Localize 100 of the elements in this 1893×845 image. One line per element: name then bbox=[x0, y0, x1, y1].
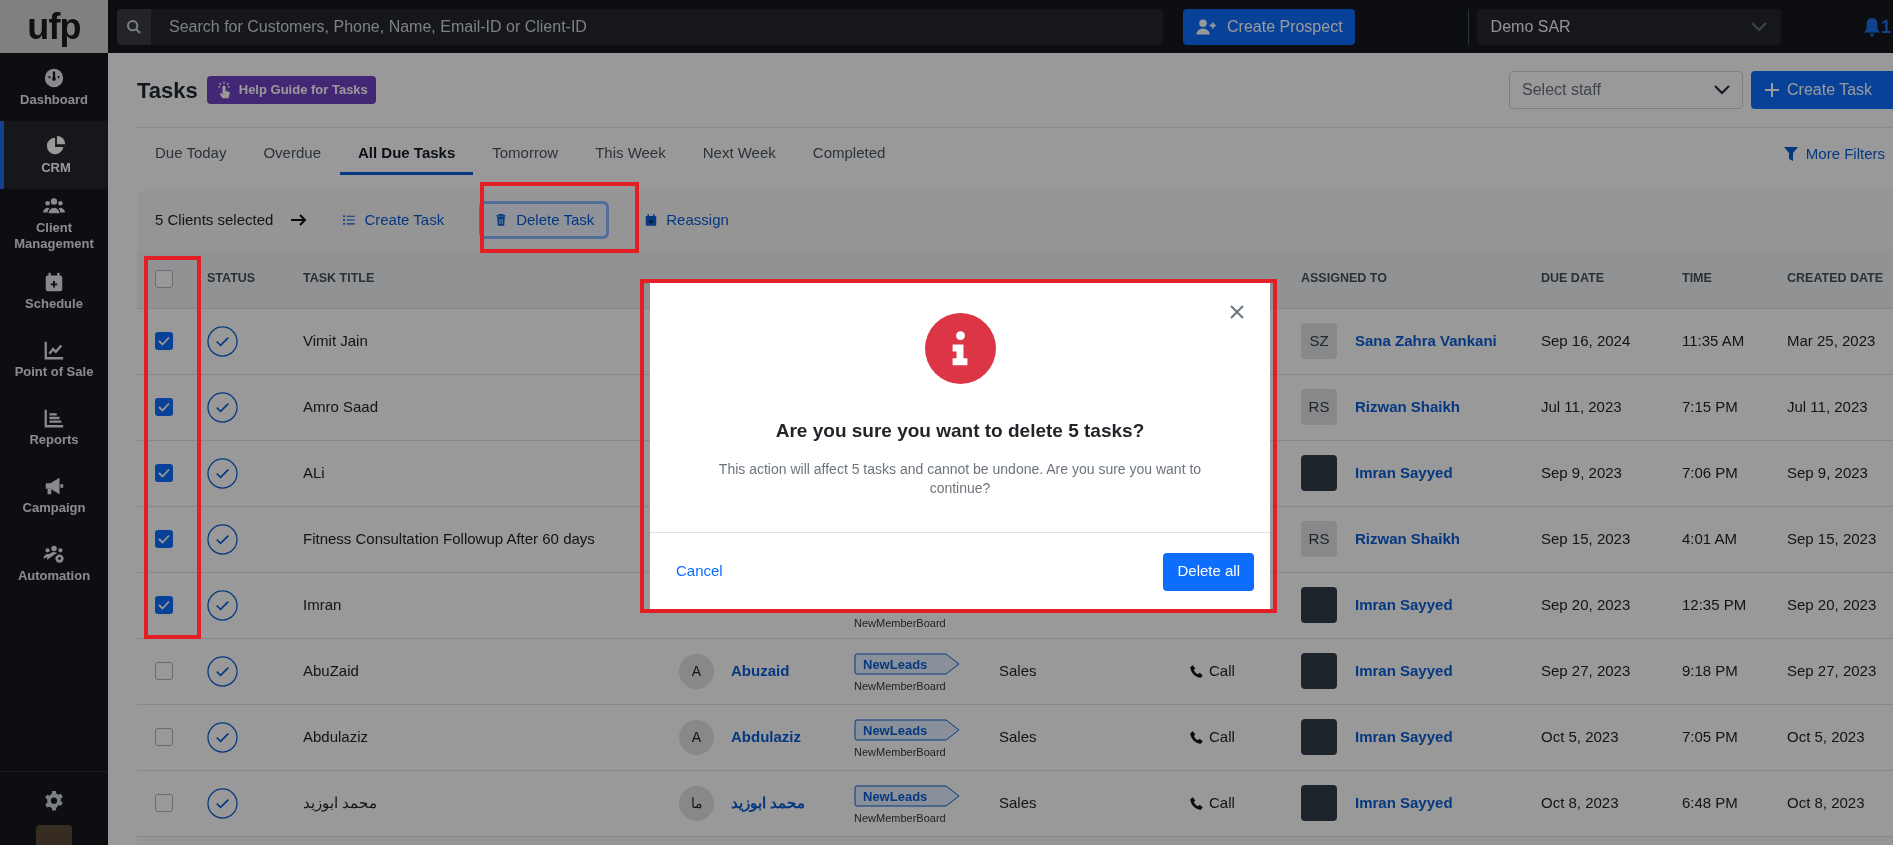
check-circle-icon bbox=[207, 721, 238, 753]
checkbox[interactable] bbox=[155, 662, 173, 680]
close-icon[interactable] bbox=[1230, 305, 1244, 319]
bulk-action-button[interactable]: Delete Task bbox=[479, 201, 610, 239]
gauge-icon bbox=[43, 66, 65, 89]
calendar-icon bbox=[43, 270, 65, 293]
due-time: 7:15 PM bbox=[1682, 397, 1738, 415]
bell-icon[interactable] bbox=[1863, 16, 1881, 37]
help-guide-button[interactable]: Help Guide for Tasks bbox=[206, 76, 376, 104]
avatar: RS bbox=[1301, 389, 1337, 425]
sidebar-item[interactable]: Point of Sale bbox=[0, 325, 108, 393]
task-title: Fitness Consultation Followup After 60 days bbox=[303, 529, 595, 547]
assignee-link[interactable]: Rizwan Shaikh bbox=[1355, 395, 1461, 419]
checkbox[interactable] bbox=[155, 332, 173, 350]
trash-icon bbox=[494, 213, 509, 227]
due-time: 11:35 AM bbox=[1682, 331, 1745, 349]
pie-chart-icon bbox=[45, 134, 67, 157]
filter-tab[interactable]: Due Today bbox=[137, 134, 245, 175]
filter-tab[interactable]: Tomorrow bbox=[474, 134, 577, 175]
check-circle-icon bbox=[207, 655, 238, 687]
task-title: Imran bbox=[303, 595, 342, 613]
bulk-action-button[interactable]: Reassign bbox=[629, 201, 744, 239]
chevron-down-icon bbox=[1714, 85, 1730, 95]
check-icon bbox=[158, 534, 170, 544]
avatar: RS bbox=[1301, 521, 1337, 557]
create-task-button[interactable]: Create Task bbox=[1751, 71, 1893, 109]
search-icon bbox=[126, 18, 142, 35]
delete-all-button[interactable]: Delete all bbox=[1163, 552, 1254, 591]
checkbox[interactable] bbox=[155, 398, 173, 416]
assignee-link[interactable]: Imran Sayyed bbox=[1355, 461, 1453, 485]
chevron-down-icon bbox=[1750, 21, 1767, 32]
sidebar-item[interactable]: Campaign bbox=[0, 461, 108, 529]
more-filters-button[interactable]: More Filters bbox=[1783, 142, 1885, 165]
created-date: Sep 20, 2023 bbox=[1787, 595, 1877, 613]
task-type: Call bbox=[1209, 726, 1235, 747]
check-icon bbox=[158, 600, 170, 610]
search-button[interactable] bbox=[117, 8, 151, 45]
check-icon bbox=[158, 402, 170, 412]
dialog-title: Are you sure you want to delete 5 tasks? bbox=[775, 419, 1145, 443]
assignee-link[interactable]: Sana Zahra Vankani bbox=[1355, 329, 1497, 353]
stage-tag: NewLeads bbox=[854, 653, 960, 676]
filter-tab[interactable]: This Week bbox=[577, 134, 684, 175]
assignee-link[interactable]: Imran Sayyed bbox=[1355, 593, 1453, 617]
search-field[interactable]: Search for Customers, Phone, Name, Email-ID or Client-ID bbox=[151, 8, 1163, 45]
assignee-link[interactable]: Imran Sayyed bbox=[1355, 791, 1453, 815]
due-date: Sep 20, 2023 bbox=[1541, 595, 1631, 613]
contact-link[interactable]: Abdulaziz bbox=[731, 725, 801, 749]
check-circle-icon bbox=[207, 523, 238, 555]
created-date: Sep 27, 2023 bbox=[1787, 661, 1877, 679]
created-date: Oct 5, 2023 bbox=[1787, 727, 1865, 745]
created-date: Jul 11, 2023 bbox=[1787, 397, 1868, 415]
column-header: DUE DATE bbox=[1541, 271, 1604, 286]
due-time: 7:05 PM bbox=[1682, 727, 1738, 745]
sidebar-item[interactable]: Client Management bbox=[0, 189, 108, 257]
checkbox[interactable] bbox=[155, 596, 173, 614]
checkbox[interactable] bbox=[155, 530, 173, 548]
contact-link[interactable]: Abuzaid bbox=[731, 659, 790, 683]
bulk-action-button[interactable]: Create Task bbox=[327, 201, 460, 239]
column-header: ASSIGNED TO bbox=[1301, 271, 1387, 286]
checkbox[interactable] bbox=[155, 464, 173, 482]
task-category: Sales bbox=[999, 793, 1037, 811]
checkbox[interactable] bbox=[155, 269, 173, 288]
task-title: Vimit Jain bbox=[303, 331, 368, 349]
cancel-button[interactable]: Cancel bbox=[666, 552, 733, 591]
phone-icon bbox=[1189, 795, 1204, 811]
task-title: Amro Saad bbox=[303, 397, 379, 415]
task-title: AbuZaid bbox=[303, 661, 359, 679]
sidebar-item[interactable]: Reports bbox=[0, 393, 108, 461]
stage-tag: NewLeads bbox=[854, 785, 960, 808]
dialog-message: This action will affect 5 tasks and cannot be undone. Are you sure you want to continue? bbox=[717, 459, 1203, 498]
due-time: 7:06 PM bbox=[1682, 463, 1738, 481]
assignee-link[interactable]: Imran Sayyed bbox=[1355, 725, 1453, 749]
due-date: Sep 27, 2023 bbox=[1541, 661, 1631, 679]
filter-tab[interactable]: Completed bbox=[794, 134, 904, 175]
arrow-right-icon bbox=[291, 214, 308, 226]
checkbox[interactable] bbox=[155, 728, 173, 746]
column-header: STATUS bbox=[207, 271, 256, 286]
due-time: 4:01 AM bbox=[1682, 529, 1738, 547]
staff-select[interactable]: Select staff bbox=[1509, 71, 1743, 109]
sidebar-item[interactable]: Automation bbox=[0, 529, 108, 597]
location-select[interactable]: Demo SAR bbox=[1476, 8, 1781, 45]
phone-icon bbox=[1189, 663, 1204, 679]
checkbox[interactable] bbox=[155, 794, 173, 812]
settings-icon[interactable] bbox=[43, 790, 65, 812]
create-prospect-button[interactable]: Create Prospect bbox=[1183, 8, 1355, 45]
calendar-icon bbox=[644, 213, 659, 227]
photo-placeholder bbox=[1301, 455, 1337, 491]
filter-tab[interactable]: Next Week bbox=[684, 134, 794, 175]
info-icon bbox=[924, 313, 996, 384]
contact-link[interactable]: محمد ابوزيد bbox=[731, 791, 806, 815]
assignee-link[interactable]: Imran Sayyed bbox=[1355, 659, 1453, 683]
sidebar-item[interactable]: Dashboard bbox=[0, 53, 108, 121]
board-name: NewMemberBoard bbox=[854, 679, 946, 695]
sidebar-item[interactable]: Schedule bbox=[0, 257, 108, 325]
filter-tab[interactable]: Overdue bbox=[245, 134, 339, 175]
assignee-link[interactable]: Rizwan Shaikh bbox=[1355, 527, 1461, 551]
filter-tab[interactable]: All Due Tasks bbox=[340, 134, 474, 175]
photo-placeholder bbox=[1301, 785, 1337, 821]
due-date: Sep 15, 2023 bbox=[1541, 529, 1631, 547]
sidebar-item[interactable]: CRM bbox=[0, 121, 108, 189]
